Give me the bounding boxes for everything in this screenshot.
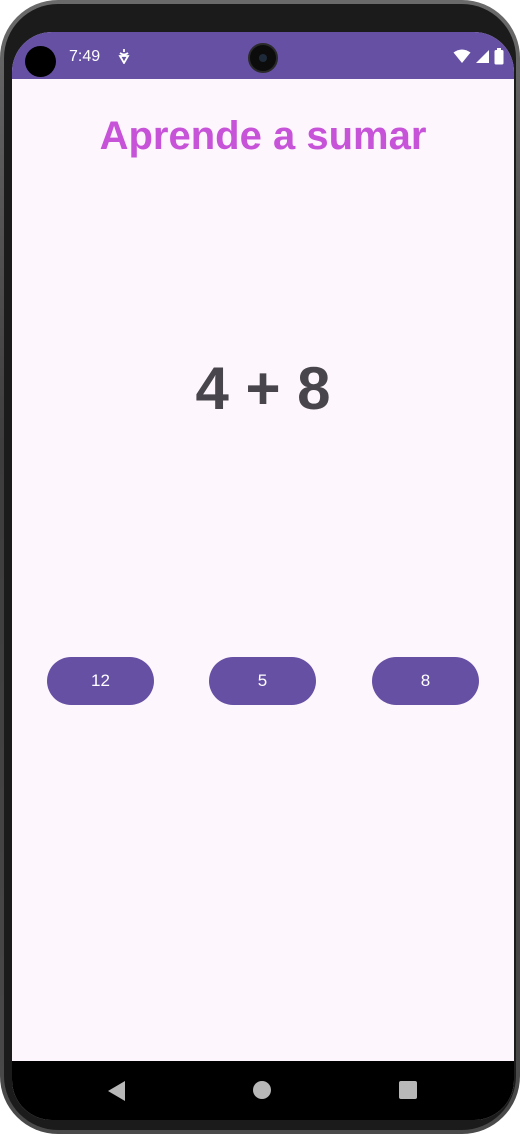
answer-button-1[interactable]: 12 — [47, 657, 154, 705]
sum-equation: 4 + 8 — [195, 355, 331, 422]
punch-hole-camera-icon — [248, 43, 278, 73]
answer-button-2[interactable]: 5 — [209, 657, 316, 705]
home-icon[interactable] — [253, 1081, 271, 1099]
wifi-icon — [453, 49, 471, 63]
back-icon[interactable] — [107, 1080, 127, 1102]
status-bar: 7:49 — [12, 32, 514, 79]
status-icons — [453, 47, 504, 65]
signal-icon — [476, 49, 489, 63]
status-time: 7:49 — [69, 48, 101, 65]
navigation-bar — [12, 1061, 514, 1120]
answer-button-3[interactable]: 8 — [372, 657, 479, 705]
notification-icon — [118, 49, 130, 64]
phone-frame: 7:49 Aprende a sumar 4 + 8 12 5 8 — [0, 0, 520, 1134]
recents-icon[interactable] — [399, 1081, 417, 1099]
app-screen: 7:49 Aprende a sumar 4 + 8 12 5 8 — [12, 32, 514, 1120]
page-title: Aprende a sumar — [99, 114, 427, 158]
phone-bezel: 7:49 Aprende a sumar 4 + 8 12 5 8 — [4, 4, 516, 1130]
camera-dot-icon — [25, 46, 56, 77]
battery-icon — [494, 47, 504, 64]
